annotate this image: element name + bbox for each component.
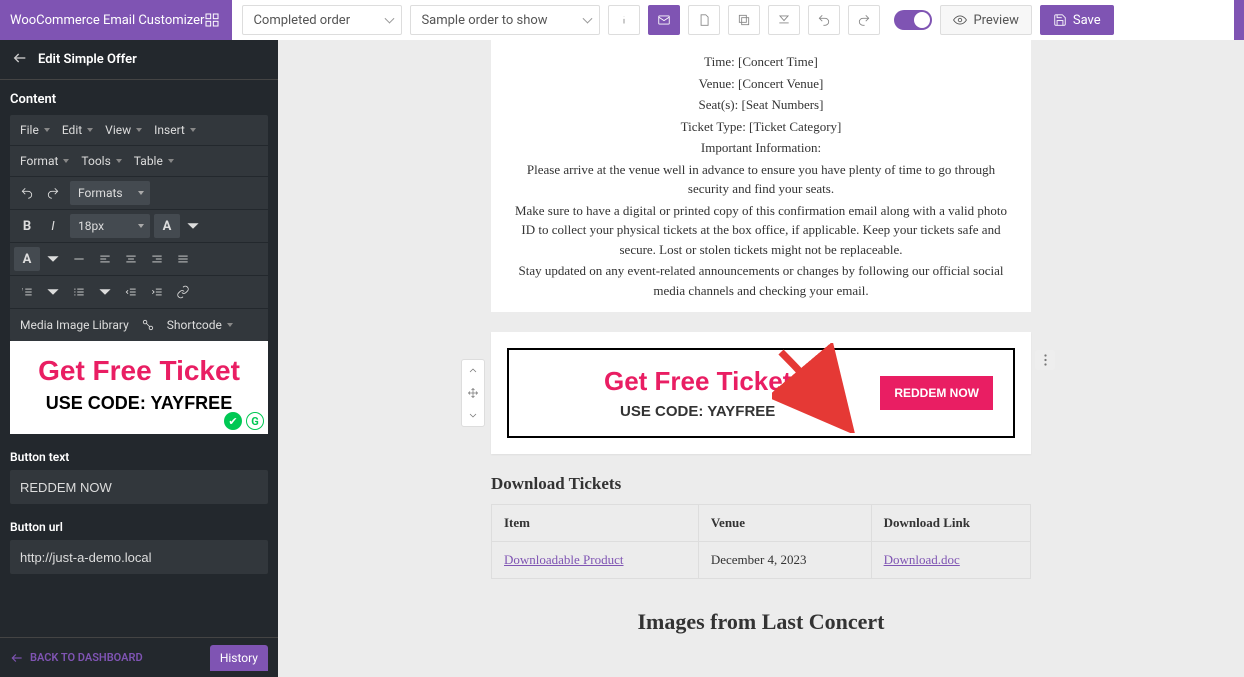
- grammarly-icon: G: [246, 412, 264, 430]
- content-section-label: Content: [0, 80, 278, 115]
- col-venue: Venue: [698, 505, 871, 542]
- italic-icon[interactable]: I: [40, 214, 66, 238]
- download-file-link[interactable]: Download.doc: [884, 552, 960, 567]
- email-preview: Time: [Concert Time] Venue: [Concert Ven…: [278, 40, 1244, 677]
- save-button[interactable]: Save: [1040, 5, 1114, 35]
- paragraph-1: Please arrive at the venue well in advan…: [511, 160, 1011, 199]
- editor-heading: Get Free Ticket: [20, 355, 258, 387]
- bg-color-chevron-icon[interactable]: [40, 247, 66, 271]
- indent-icon[interactable]: [144, 280, 170, 304]
- redo-icon[interactable]: [848, 5, 880, 35]
- ordered-list-chevron-icon[interactable]: [40, 280, 66, 304]
- align-center-icon[interactable]: [118, 247, 144, 271]
- text-color-icon[interactable]: A: [154, 214, 180, 238]
- media-library-button[interactable]: Media Image Library: [14, 314, 135, 336]
- downloads-table: Item Venue Download Link Downloadable Pr…: [491, 504, 1031, 579]
- svg-text:1: 1: [22, 287, 24, 291]
- block-menu-icon[interactable]: [1035, 350, 1055, 370]
- editor-subtext: USE CODE: YAYFREE: [20, 393, 258, 414]
- align-justify-icon[interactable]: [170, 247, 196, 271]
- offer-block[interactable]: Get Free Ticket USE CODE: YAYFREE REDDEM…: [491, 332, 1031, 454]
- paragraph-2: Make sure to have a digital or printed c…: [511, 201, 1011, 260]
- fontsize-select[interactable]: 18px: [70, 214, 150, 238]
- important-info-label: Important Information:: [511, 138, 1011, 158]
- menu-tools[interactable]: Tools: [75, 150, 127, 172]
- panel-title: Edit Simple Offer: [38, 52, 137, 67]
- table-row: Downloadable Product December 4, 2023 Do…: [492, 542, 1031, 579]
- move-down-icon[interactable]: [462, 404, 484, 426]
- app-title: WooCommerce Email Customizer: [10, 13, 204, 28]
- menu-view[interactable]: View: [99, 119, 148, 141]
- info-icon[interactable]: [608, 5, 640, 35]
- downloads-title: Download Tickets: [491, 474, 1031, 494]
- menu-format[interactable]: Format: [14, 150, 75, 172]
- rich-text-toolbar: File Edit View Insert Format Tools Table…: [10, 115, 268, 341]
- copy-icon[interactable]: [728, 5, 760, 35]
- formats-select[interactable]: Formats: [70, 181, 150, 205]
- menu-table[interactable]: Table: [128, 150, 180, 172]
- button-text-input[interactable]: [10, 470, 268, 504]
- align-left-icon[interactable]: [92, 247, 118, 271]
- mail-view-icon[interactable]: [648, 5, 680, 35]
- sidebar: Edit Simple Offer Content File Edit View…: [0, 40, 278, 677]
- menu-edit[interactable]: Edit: [56, 119, 99, 141]
- move-up-icon[interactable]: [462, 360, 484, 382]
- import-icon[interactable]: [768, 5, 800, 35]
- ticket-venue: Venue: [Concert Venue]: [511, 74, 1011, 94]
- email-type-select[interactable]: Completed order: [242, 5, 402, 35]
- move-handle-icon[interactable]: [462, 382, 484, 404]
- sample-order-select[interactable]: Sample order to show: [410, 5, 600, 35]
- align-right-icon[interactable]: [144, 247, 170, 271]
- col-link: Download Link: [871, 505, 1030, 542]
- button-url-input[interactable]: [10, 540, 268, 574]
- redo-editor-icon[interactable]: [40, 181, 66, 205]
- shortcode-button[interactable]: Shortcode: [161, 314, 239, 336]
- redeem-button[interactable]: REDDEM NOW: [880, 376, 993, 410]
- text-color-chevron-icon[interactable]: [180, 214, 206, 238]
- preview-button[interactable]: Preview: [940, 5, 1031, 35]
- shield-check-icon: ✔: [224, 412, 242, 430]
- link-icon[interactable]: [170, 280, 196, 304]
- block-drag-controls: [461, 359, 485, 427]
- outdent-icon[interactable]: [118, 280, 144, 304]
- button-text-label: Button text: [10, 450, 268, 464]
- download-item-link[interactable]: Downloadable Product: [504, 552, 624, 567]
- menu-file[interactable]: File: [14, 119, 56, 141]
- paragraph-3: Stay updated on any event-related announ…: [511, 261, 1011, 300]
- anchor-icon[interactable]: [135, 313, 161, 337]
- undo-icon[interactable]: [808, 5, 840, 35]
- undo-editor-icon[interactable]: [14, 181, 40, 205]
- content-editor[interactable]: Get Free Ticket USE CODE: YAYFREE ✔ G: [10, 341, 268, 434]
- images-section-title: Images from Last Concert: [491, 609, 1031, 645]
- hr-icon[interactable]: [66, 247, 92, 271]
- menu-insert[interactable]: Insert: [148, 119, 202, 141]
- live-toggle[interactable]: [894, 10, 932, 30]
- ticket-seats: Seat(s): [Seat Numbers]: [511, 95, 1011, 115]
- button-url-label: Button url: [10, 520, 268, 534]
- ticket-type: Ticket Type: [Ticket Category]: [511, 117, 1011, 137]
- bullet-list-icon[interactable]: [66, 280, 92, 304]
- download-venue: December 4, 2023: [698, 542, 871, 579]
- col-item: Item: [492, 505, 699, 542]
- back-arrow-icon[interactable]: [12, 50, 28, 70]
- bullet-list-chevron-icon[interactable]: [92, 280, 118, 304]
- history-button[interactable]: History: [210, 645, 268, 671]
- ticket-time: Time: [Concert Time]: [511, 52, 1011, 72]
- bg-color-icon[interactable]: A: [14, 247, 40, 271]
- layout-grid-icon[interactable]: [204, 12, 220, 28]
- bold-icon[interactable]: B: [14, 214, 40, 238]
- offer-sub: USE CODE: YAYFREE: [529, 403, 866, 420]
- offer-heading: Get Free Ticket: [529, 366, 866, 397]
- back-to-dashboard-link[interactable]: BACK TO DASHBOARD: [10, 651, 143, 665]
- page-view-icon[interactable]: [688, 5, 720, 35]
- ordered-list-icon[interactable]: 1: [14, 280, 40, 304]
